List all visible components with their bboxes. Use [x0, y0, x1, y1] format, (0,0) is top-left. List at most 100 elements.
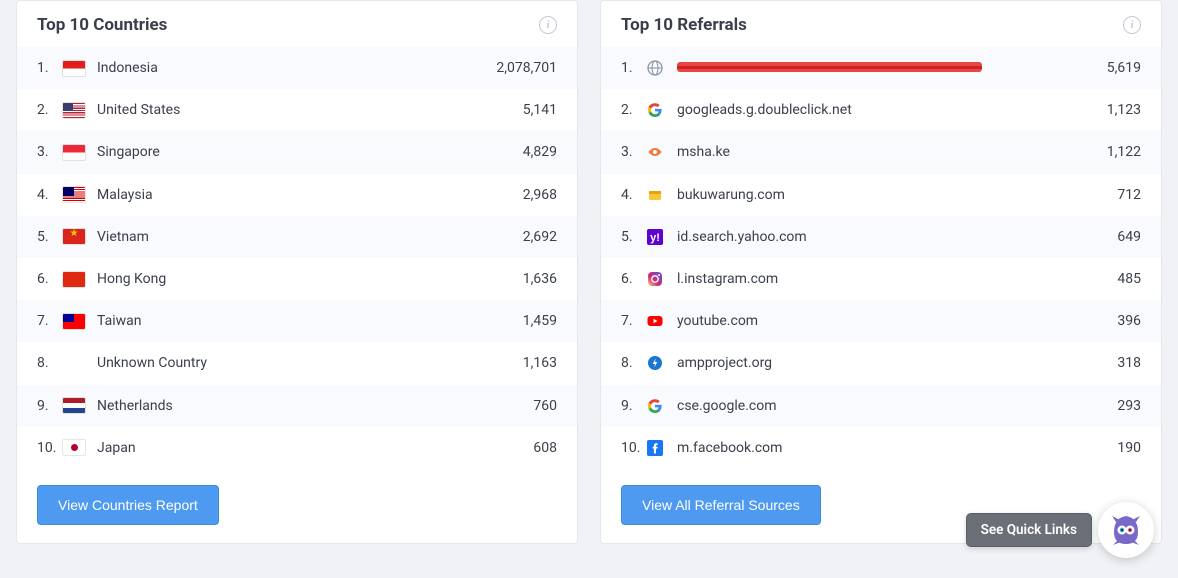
view-countries-report-button[interactable]: View Countries Report	[37, 485, 219, 525]
view-all-referral-sources-button[interactable]: View All Referral Sources	[621, 485, 821, 525]
country-row[interactable]: 4.Malaysia2,968	[17, 174, 577, 216]
rank: 7.	[37, 313, 63, 329]
referral-name: googleads.g.doubleclick.net	[677, 102, 852, 118]
info-icon[interactable]: i	[539, 16, 557, 34]
country-row[interactable]: 2.United States5,141	[17, 89, 577, 131]
rank: 5.	[37, 229, 63, 245]
mascot-icon	[1106, 510, 1146, 550]
flag-icon	[63, 229, 85, 244]
referral-name: msha.ke	[677, 144, 730, 160]
referral-value: 712	[1117, 187, 1141, 203]
referral-value: 649	[1117, 229, 1141, 245]
countries-list: 1.Indonesia2,078,7012.United States5,141…	[17, 47, 577, 469]
country-row[interactable]: 9.Netherlands760	[17, 385, 577, 427]
country-value: 1,636	[523, 271, 557, 287]
rank: 8.	[37, 355, 63, 371]
referrals-panel-header: Top 10 Referrals i	[601, 1, 1161, 47]
youtube-icon	[647, 313, 663, 329]
globe-icon	[647, 60, 663, 76]
flag-icon	[63, 356, 85, 371]
referral-row[interactable]: 6.l.instagram.com485	[601, 258, 1161, 300]
referral-row[interactable]: 1. 5,619	[601, 47, 1161, 89]
rank: 5.	[621, 229, 647, 245]
referral-value: 1,122	[1107, 144, 1141, 160]
country-name: Singapore	[97, 144, 523, 160]
country-value: 2,968	[523, 187, 557, 203]
referral-name: cse.google.com	[677, 398, 776, 414]
country-row[interactable]: 8.Unknown Country1,163	[17, 342, 577, 384]
referral-value: 293	[1117, 398, 1141, 414]
quick-links-wrap: See Quick Links	[966, 502, 1154, 558]
referral-value: 485	[1117, 271, 1141, 287]
referral-row[interactable]: 7.youtube.com396	[601, 300, 1161, 342]
referral-name: ampproject.org	[677, 355, 772, 371]
country-row[interactable]: 1.Indonesia2,078,701	[17, 47, 577, 89]
country-row[interactable]: 7.Taiwan1,459	[17, 300, 577, 342]
countries-panel-footer: View Countries Report	[17, 469, 577, 543]
country-name: Malaysia	[97, 187, 523, 203]
referral-name: youtube.com	[677, 313, 758, 329]
referral-name: bukuwarung.com	[677, 187, 785, 203]
referral-label: bukuwarung.com	[677, 187, 1117, 203]
referral-row[interactable]: 3. msha.ke 1,122	[601, 131, 1161, 173]
rank: 2.	[37, 102, 63, 118]
rank: 1.	[37, 60, 63, 76]
rank: 10.	[37, 440, 63, 456]
referral-row[interactable]: 8.ampproject.org318	[601, 342, 1161, 384]
country-row[interactable]: 5.Vietnam2,692	[17, 216, 577, 258]
country-name: Netherlands	[97, 398, 533, 414]
flag-icon	[63, 272, 85, 287]
referral-row[interactable]: 4. bukuwarung.com 712	[601, 174, 1161, 216]
instagram-icon	[647, 271, 663, 287]
referral-name: id.search.yahoo.com	[677, 229, 807, 245]
country-name: Unknown Country	[97, 355, 523, 371]
rank: 1.	[621, 60, 647, 76]
country-name: Taiwan	[97, 313, 523, 329]
referral-label: l.instagram.com	[677, 271, 1117, 287]
referral-label: youtube.com	[677, 313, 1117, 329]
referral-value: 5,619	[1107, 60, 1141, 76]
rank: 8.	[621, 355, 647, 371]
referral-row[interactable]: 9.cse.google.com293	[601, 385, 1161, 427]
flag-icon	[63, 440, 85, 455]
referral-label: ampproject.org	[677, 355, 1117, 371]
referral-value: 396	[1117, 313, 1141, 329]
referrals-panel-title: Top 10 Referrals	[621, 15, 747, 35]
countries-panel: Top 10 Countries i 1.Indonesia2,078,7012…	[16, 0, 578, 544]
flag-icon	[63, 61, 85, 76]
country-row[interactable]: 6.Hong Kong1,636	[17, 258, 577, 300]
country-name: Hong Kong	[97, 271, 523, 287]
country-name: Japan	[97, 440, 533, 456]
yahoo-icon: y!	[647, 229, 663, 245]
referrals-list: 1. 5,619 2. googleads.g.doubleclick.net 1,12…	[601, 47, 1161, 469]
country-row[interactable]: 10. Japan608	[17, 427, 577, 469]
country-name: Indonesia	[97, 60, 496, 76]
google-icon	[647, 398, 663, 414]
rank: 9.	[37, 398, 63, 414]
rank: 3.	[37, 144, 63, 160]
rank: 2.	[621, 102, 647, 118]
country-row[interactable]: 3.Singapore4,829	[17, 131, 577, 173]
info-icon[interactable]: i	[1123, 16, 1141, 34]
eye-icon	[647, 144, 663, 160]
google-icon	[647, 102, 663, 118]
rank: 4.	[621, 187, 647, 203]
countries-panel-header: Top 10 Countries i	[17, 1, 577, 47]
referral-value: 190	[1117, 440, 1141, 456]
rank: 3.	[621, 144, 647, 160]
referral-row[interactable]: 10.m.facebook.com190	[601, 427, 1161, 469]
referral-row[interactable]: 2.googleads.g.doubleclick.net1,123	[601, 89, 1161, 131]
rank: 10.	[621, 440, 647, 456]
warung-icon	[647, 187, 663, 203]
referral-name-redacted	[677, 62, 982, 72]
referral-row[interactable]: 5.y! id.search.yahoo.com 649	[601, 216, 1161, 258]
facebook-icon	[647, 440, 663, 456]
referral-label: msha.ke	[677, 144, 1107, 160]
mascot-avatar-button[interactable]	[1098, 502, 1154, 558]
country-value: 608	[533, 440, 557, 456]
referral-name: l.instagram.com	[677, 271, 778, 287]
flag-icon	[63, 145, 85, 160]
see-quick-links-button[interactable]: See Quick Links	[966, 513, 1092, 547]
country-name: Vietnam	[97, 229, 523, 245]
countries-panel-title: Top 10 Countries	[37, 15, 167, 35]
